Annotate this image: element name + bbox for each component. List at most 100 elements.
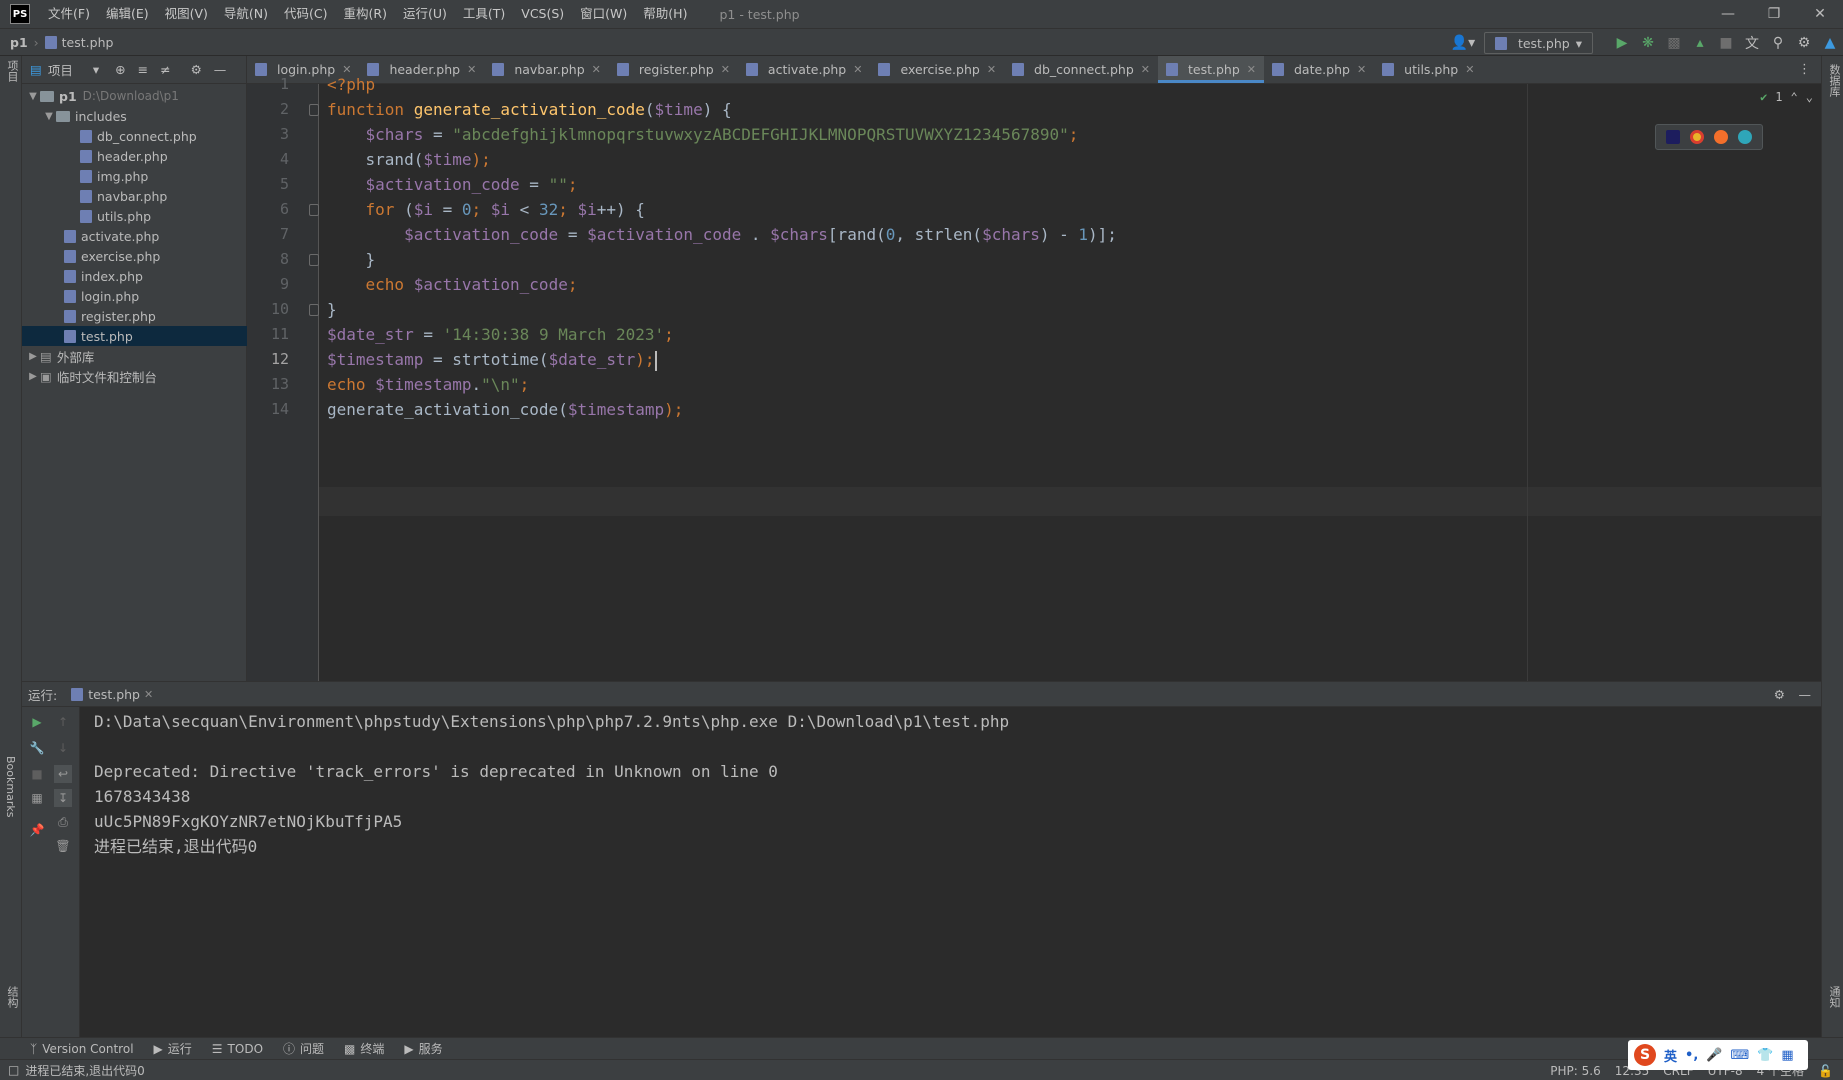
chevron-right-icon[interactable]: ▶ — [26, 351, 40, 362]
tab-exercise[interactable]: exercise.php ✕ — [870, 56, 1004, 83]
arrow-up-icon[interactable]: ↑ — [54, 713, 72, 731]
stop-icon[interactable]: ■ — [1713, 30, 1739, 56]
restore-button[interactable]: ❐ — [1751, 0, 1797, 28]
fold-marker-icon[interactable] — [309, 104, 319, 116]
close-icon[interactable]: ✕ — [853, 63, 862, 76]
layout-icon[interactable]: ▦ — [28, 789, 46, 807]
tab-db-connect[interactable]: db_connect.php ✕ — [1004, 56, 1158, 83]
terminal-tool-button[interactable]: ▩ 终端 — [344, 1040, 384, 1057]
chevron-right-icon[interactable]: ▶ — [26, 371, 40, 382]
breadcrumb-file[interactable]: test.php — [62, 35, 114, 50]
close-icon[interactable]: ✕ — [987, 63, 996, 76]
fold-marker-icon[interactable] — [309, 254, 319, 266]
settings-icon[interactable]: ⚙ — [191, 62, 202, 77]
settings-icon[interactable]: ⚙ — [1791, 30, 1817, 56]
stop-icon[interactable]: ■ — [28, 765, 46, 783]
problems-tool-button[interactable]: ⓘ 问题 — [283, 1040, 324, 1057]
run-tool-button[interactable]: ▶ 运行 — [154, 1040, 192, 1057]
menu-refactor[interactable]: 重构(R) — [336, 0, 395, 28]
menu-tools[interactable]: 工具(T) — [455, 0, 513, 28]
tab-register[interactable]: register.php ✕ — [609, 56, 738, 83]
menu-view[interactable]: 视图(V) — [157, 0, 216, 28]
close-icon[interactable]: ✕ — [467, 63, 476, 76]
tab-date[interactable]: date.php ✕ — [1264, 56, 1374, 83]
expand-all-icon[interactable]: ≡ — [138, 62, 148, 77]
pin-icon[interactable]: 📌 — [28, 821, 46, 839]
firefox-icon[interactable] — [1714, 130, 1728, 144]
hide-panel-icon[interactable]: — — [214, 62, 227, 77]
tree-item-project-root[interactable]: ▼ p1 D:\Download\p1 — [22, 86, 247, 106]
bookmarks-tool-window-button[interactable]: Bookmarks — [4, 756, 17, 817]
punctuation-icon[interactable]: •, — [1685, 1048, 1698, 1063]
todo-tool-button[interactable]: ☰ TODO — [212, 1042, 263, 1056]
settings-icon[interactable]: ⚙ — [1774, 687, 1785, 702]
panel-toggle-icon[interactable]: □ — [8, 1063, 19, 1077]
chevron-down-icon[interactable]: ⌄ — [1806, 90, 1813, 104]
close-icon[interactable]: ✕ — [1247, 63, 1256, 76]
tree-item-file[interactable]: header.php — [22, 146, 247, 166]
close-icon[interactable]: ✕ — [144, 688, 153, 701]
arrow-down-icon[interactable]: ↓ — [54, 739, 72, 757]
breadcrumb-project[interactable]: p1 — [10, 35, 28, 50]
close-icon[interactable]: ✕ — [1465, 63, 1474, 76]
locate-icon[interactable]: ⊕ — [115, 62, 125, 77]
profile-icon[interactable]: ▴ — [1687, 30, 1713, 56]
structure-tool-window-button[interactable]: 结构 — [4, 986, 20, 1008]
tree-item-external-libraries[interactable]: ▶ ▤ 外部库 — [22, 346, 247, 366]
tree-item-scratches[interactable]: ▶ ▣ 临时文件和控制台 — [22, 366, 247, 386]
jetbrains-toolbox-icon[interactable]: ▲ — [1817, 30, 1843, 56]
version-control-tool-button[interactable]: ᛉ Version Control — [30, 1042, 134, 1056]
fold-marker-icon[interactable] — [309, 204, 319, 216]
chevron-down-icon[interactable]: ▼ — [26, 91, 40, 102]
fold-marker-icon[interactable] — [309, 304, 319, 316]
ime-mode-toggle[interactable]: 英 — [1664, 1046, 1677, 1065]
wrench-icon[interactable]: 🔧 — [28, 739, 46, 757]
project-tool-window-button[interactable]: 项目 — [4, 60, 20, 82]
tree-item-file-selected[interactable]: test.php — [22, 326, 247, 346]
translate-icon[interactable]: 文 — [1739, 30, 1765, 56]
tree-item-file[interactable]: navbar.php — [22, 186, 247, 206]
chevron-down-icon[interactable]: ▾ — [93, 62, 99, 77]
menu-navigate[interactable]: 导航(N) — [216, 0, 276, 28]
code-editor[interactable]: 1 2 3 4 5 6 7 8 9 10 11 12 13 14 <?php f… — [247, 75, 1821, 681]
tab-utils[interactable]: utils.php ✕ — [1374, 56, 1482, 83]
tree-item-includes[interactable]: ▼ includes — [22, 106, 247, 126]
hide-panel-icon[interactable]: — — [1799, 687, 1812, 702]
run-icon[interactable]: ▶ — [1609, 30, 1635, 56]
sogou-logo-icon[interactable]: S — [1634, 1044, 1656, 1066]
coverage-icon[interactable]: ▩ — [1661, 30, 1687, 56]
scroll-to-end-icon[interactable]: ↧ — [54, 789, 72, 807]
tree-item-file[interactable]: login.php — [22, 286, 247, 306]
tab-activate[interactable]: activate.php ✕ — [738, 56, 871, 83]
close-button[interactable]: ✕ — [1797, 0, 1843, 28]
tree-item-file[interactable]: activate.php — [22, 226, 247, 246]
tab-list-menu-icon[interactable]: ⋮ — [1788, 56, 1821, 83]
project-view-selector[interactable]: 项目 — [48, 60, 73, 79]
tree-item-file[interactable]: db_connect.php — [22, 126, 247, 146]
lock-icon[interactable]: 🔓 — [1818, 1064, 1833, 1078]
collapse-all-icon[interactable]: ≠ — [160, 62, 170, 77]
php-language-level[interactable]: PHP: 5.6 — [1550, 1064, 1600, 1078]
menu-edit[interactable]: 编辑(E) — [98, 0, 157, 28]
debug-icon[interactable]: ❋ — [1635, 30, 1661, 56]
phpstorm-browser-icon[interactable] — [1666, 130, 1680, 144]
keyboard-icon[interactable]: ⌨ — [1730, 1048, 1749, 1063]
search-icon[interactable]: ⚲ — [1765, 30, 1791, 56]
menu-window[interactable]: 窗口(W) — [572, 0, 635, 28]
microphone-icon[interactable]: 🎤 — [1706, 1048, 1722, 1063]
close-icon[interactable]: ✕ — [1141, 63, 1150, 76]
run-tab-test[interactable]: test.php — [88, 687, 140, 702]
edge-icon[interactable] — [1738, 130, 1752, 144]
tab-header[interactable]: header.php ✕ — [359, 56, 484, 83]
tree-item-file[interactable]: utils.php — [22, 206, 247, 226]
chevron-down-icon[interactable]: ▼ — [42, 111, 56, 122]
services-tool-button[interactable]: ▶ 服务 — [404, 1040, 442, 1057]
toolbox-icon[interactable]: ▦ — [1781, 1048, 1793, 1063]
run-console-output[interactable]: D:\Data\secquan\Environment\phpstudy\Ext… — [80, 707, 1821, 1037]
tree-item-file[interactable]: img.php — [22, 166, 247, 186]
database-tool-window-button[interactable]: 数据库 — [1826, 64, 1842, 97]
menu-code[interactable]: 代码(C) — [276, 0, 335, 28]
tab-navbar[interactable]: navbar.php ✕ — [484, 56, 609, 83]
tab-test-active[interactable]: test.php ✕ — [1157, 56, 1264, 83]
tree-item-file[interactable]: register.php — [22, 306, 247, 326]
